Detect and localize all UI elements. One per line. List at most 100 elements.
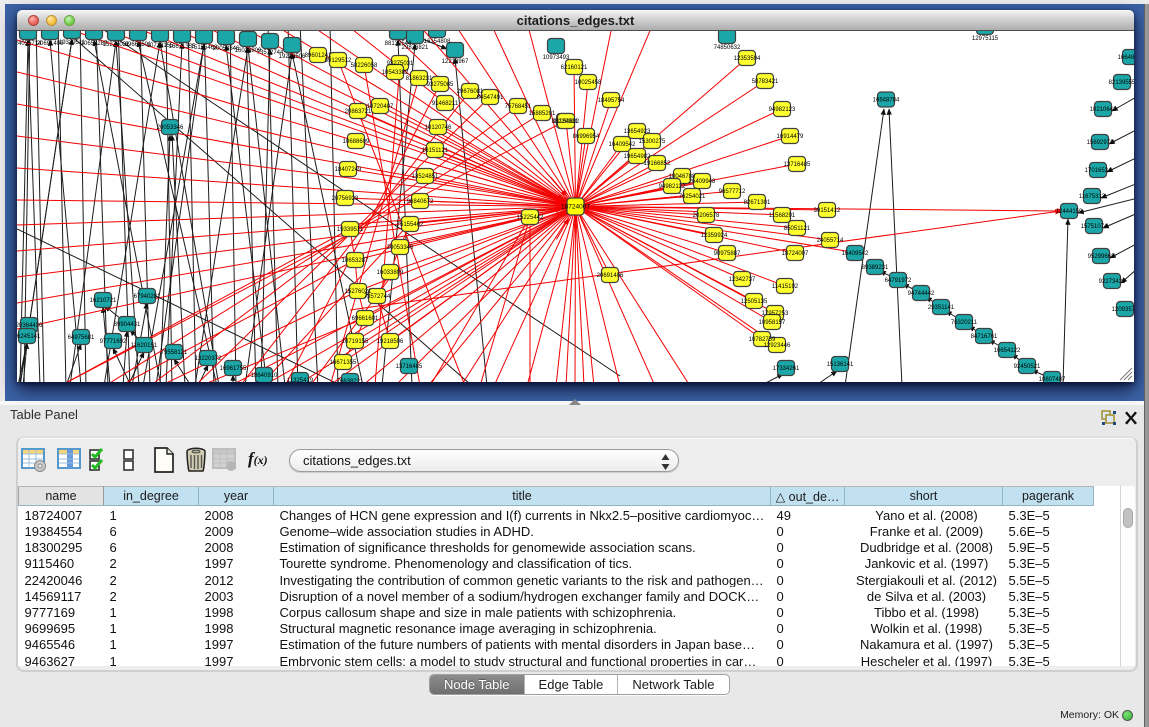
- svg-text:13716485: 13716485: [784, 162, 811, 168]
- svg-text:12975115: 12975115: [972, 36, 999, 42]
- svg-text:86996954: 86996954: [573, 134, 600, 140]
- svg-text:91154602: 91154602: [553, 119, 580, 125]
- svg-text:16245141: 16245141: [17, 334, 41, 340]
- svg-text:16210721: 16210721: [90, 298, 117, 304]
- svg-text:15692971: 15692971: [1087, 140, 1114, 146]
- svg-text:20364436: 20364436: [17, 323, 43, 329]
- svg-text:18640910: 18640910: [251, 373, 278, 379]
- svg-text:19339511: 19339511: [337, 227, 364, 233]
- svg-text:94982122: 94982122: [659, 184, 686, 190]
- svg-text:15225442: 15225442: [517, 215, 544, 221]
- svg-text:12923446: 12923446: [764, 343, 791, 349]
- svg-text:11325419: 11325419: [287, 378, 314, 382]
- svg-text:10973493: 10973493: [543, 55, 570, 61]
- svg-text:16914479: 16914479: [777, 134, 804, 140]
- svg-text:18724007: 18724007: [561, 204, 590, 211]
- svg-text:84547491: 84547491: [477, 95, 504, 101]
- svg-text:94744442: 94744442: [908, 291, 935, 297]
- svg-text:16409542: 16409542: [842, 251, 869, 257]
- svg-text:20691406: 20691406: [597, 273, 624, 279]
- svg-text:16409542: 16409542: [609, 142, 636, 148]
- svg-text:13524851: 13524851: [412, 174, 439, 180]
- svg-text:89904431: 89904431: [114, 322, 141, 328]
- svg-text:92450521: 92450521: [1014, 364, 1041, 370]
- svg-text:11675312: 11675312: [1079, 194, 1106, 200]
- svg-text:15300275: 15300275: [639, 139, 666, 145]
- svg-text:11415192: 11415192: [772, 284, 799, 290]
- svg-text:76320211: 76320211: [951, 320, 978, 326]
- svg-text:16961755: 16961755: [220, 366, 247, 372]
- svg-text:67940281: 67940281: [134, 294, 161, 300]
- svg-text:10720407: 10720407: [367, 104, 394, 110]
- svg-text:11568291: 11568291: [769, 213, 796, 219]
- svg-text:96577712: 96577712: [719, 189, 746, 195]
- svg-text:20053346: 20053346: [387, 245, 414, 251]
- svg-text:18724007: 18724007: [782, 251, 809, 257]
- svg-text:20053346: 20053346: [157, 125, 184, 131]
- svg-text:90975887: 90975887: [714, 251, 741, 257]
- svg-text:95299662: 95299662: [1088, 254, 1115, 260]
- svg-text:73572744: 73572744: [364, 294, 391, 300]
- svg-text:15885201: 15885201: [529, 111, 556, 117]
- svg-text:96840672: 96840672: [407, 199, 434, 205]
- svg-text:12093577: 12093577: [1112, 307, 1134, 313]
- svg-text:19166852: 19166852: [644, 161, 671, 167]
- svg-text:11620151: 11620151: [131, 343, 158, 349]
- svg-text:12353594: 12353594: [734, 56, 761, 62]
- svg-text:91468211: 91468211: [432, 101, 459, 107]
- svg-text:76254021: 76254021: [679, 194, 706, 200]
- svg-text:26409948: 26409948: [689, 179, 716, 185]
- svg-text:24055714: 24055714: [817, 238, 844, 244]
- svg-text:58783421: 58783421: [752, 79, 779, 85]
- svg-text:20756928: 20756928: [332, 196, 359, 202]
- svg-text:58226058: 58226058: [351, 63, 378, 69]
- svg-text:64975681: 64975681: [68, 335, 95, 341]
- svg-text:12505135: 12505135: [741, 299, 768, 305]
- svg-text:84716761: 84716761: [971, 334, 998, 340]
- svg-text:19654982: 19654982: [624, 154, 651, 160]
- svg-text:12342737: 12342737: [729, 277, 756, 283]
- svg-text:10958157: 10958157: [759, 320, 786, 326]
- svg-text:10807487: 10807487: [1039, 377, 1066, 382]
- svg-text:10025458: 10025458: [575, 80, 602, 86]
- svg-text:69661601: 69661601: [352, 316, 379, 322]
- svg-text:10719155: 10719155: [342, 339, 369, 345]
- svg-text:13654923: 13654923: [624, 129, 651, 135]
- svg-text:15751074: 15751074: [1081, 224, 1108, 230]
- svg-text:82139555: 82139555: [1109, 80, 1134, 86]
- svg-text:29876821: 29876821: [402, 45, 429, 51]
- svg-text:16671355: 16671355: [330, 360, 357, 366]
- svg-text:10688609: 10688609: [343, 139, 370, 145]
- svg-text:10120746: 10120746: [425, 125, 452, 131]
- svg-text:82671301: 82671301: [744, 200, 771, 206]
- svg-text:79558121: 79558121: [161, 350, 188, 356]
- svg-text:15136141: 15136141: [827, 362, 854, 368]
- svg-text:76638221: 76638221: [337, 379, 364, 382]
- svg-text:89129512: 89129512: [325, 58, 352, 64]
- svg-text:85051121: 85051121: [784, 226, 811, 232]
- svg-text:64791972: 64791972: [885, 278, 912, 284]
- svg-text:16648784: 16648784: [1118, 55, 1134, 61]
- svg-text:16648784: 16648784: [873, 98, 900, 104]
- svg-text:93275085: 93275085: [427, 82, 454, 88]
- svg-text:93275031: 93275031: [387, 61, 414, 67]
- svg-text:17334261: 17334261: [773, 366, 800, 372]
- svg-text:12213967: 12213967: [442, 59, 469, 65]
- svg-text:39151412: 39151412: [814, 208, 841, 214]
- svg-text:75768451: 75768451: [505, 104, 532, 110]
- svg-text:89389231: 89389231: [862, 265, 889, 271]
- svg-text:62160121: 62160121: [561, 65, 588, 71]
- svg-text:20206578: 20206578: [693, 213, 720, 219]
- svg-text:12359924: 12359924: [701, 233, 728, 239]
- svg-text:10210643: 10210643: [1090, 107, 1117, 113]
- svg-text:10654122: 10654122: [994, 348, 1021, 354]
- svg-text:17016534: 17016534: [1085, 168, 1112, 174]
- svg-text:29351141: 29351141: [928, 305, 955, 311]
- svg-text:16151121: 16151121: [422, 148, 449, 154]
- svg-text:13716485: 13716485: [396, 364, 423, 370]
- svg-text:13220372: 13220372: [195, 356, 222, 362]
- svg-text:17957253: 17957253: [762, 311, 789, 317]
- svg-text:74850632: 74850632: [714, 45, 741, 51]
- svg-text:92273421: 92273421: [1099, 279, 1126, 285]
- svg-text:75155462: 75155462: [397, 222, 424, 228]
